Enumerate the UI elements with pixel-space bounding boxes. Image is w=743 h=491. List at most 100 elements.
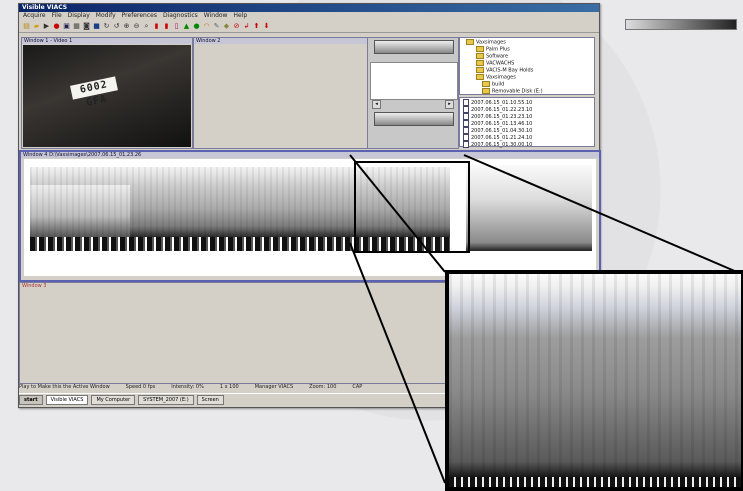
menu-item[interactable]: Display <box>68 12 90 20</box>
menu-bar: Acquire File Display Modify Preferences Diagn… <box>19 12 599 20</box>
menu-item[interactable]: Acquire <box>23 12 46 20</box>
menu-item[interactable]: Modify <box>96 12 116 20</box>
toolbar: ▤ ▰ ▶ ● ▣ ▦ ◙ ■ ↻ ↺ ⊕ ⊖ ⌕ ▮ ▮ ▯ ▲ ● ◠ ✎ … <box>19 20 599 33</box>
status-item: Zoom: 100 <box>309 384 337 390</box>
tree-folder-label: Software <box>486 53 509 60</box>
arrow-down-icon[interactable]: ⬇ <box>262 22 271 31</box>
thumbnail-scroll-left[interactable]: ◂ <box>372 100 381 109</box>
taskbar-item-system-drive[interactable]: SYSTEM_2007 (E:) <box>138 394 194 405</box>
status-item: 1 x 100 <box>219 384 239 390</box>
file-icon <box>463 106 469 113</box>
triangle-icon[interactable]: ▲ <box>182 22 191 31</box>
circle-icon[interactable]: ● <box>192 22 201 31</box>
folder-icon <box>482 88 490 94</box>
tree-folder-item[interactable]: Palm Plus <box>466 46 594 53</box>
folder-icon[interactable]: ▰ <box>32 22 41 31</box>
file-list-item[interactable]: 2007.06.15_01.13.46.10 <box>463 120 594 127</box>
no-icon[interactable]: ⊘ <box>232 22 241 31</box>
taskbar-item-viacs[interactable]: Visible VIACS <box>45 394 89 405</box>
menu-item[interactable]: Diagnostics <box>163 12 198 20</box>
folder-icon <box>476 53 484 59</box>
tree-folder-item[interactable]: build <box>466 81 594 88</box>
file-list[interactable]: 2007.06.15_01.10.55.10 2007.06.15_01.22.2… <box>459 97 595 148</box>
tree-folder-item[interactable]: VACWACHS <box>466 60 594 67</box>
taskbar-item-my-computer[interactable]: My Computer <box>91 394 136 405</box>
status-item: Intensity: 0% <box>171 384 204 390</box>
video-frame: 6002 GFA <box>23 45 191 147</box>
file-icon <box>463 99 469 106</box>
tree-folder-item[interactable]: VACIS-M Bay Holds <box>466 67 594 74</box>
book-icon[interactable]: ▯ <box>172 22 181 31</box>
menu-item[interactable]: File <box>52 12 62 20</box>
histogram2-icon[interactable]: ▮ <box>162 22 171 31</box>
zoomed-texture <box>449 274 741 487</box>
stamp-icon[interactable]: ◆ <box>222 22 231 31</box>
camera-icon[interactable]: ◙ <box>82 22 91 31</box>
taskbar-item-screen[interactable]: Screen <box>196 394 224 405</box>
file-icon <box>463 134 469 141</box>
tree-folder-label: Removable Disk (E:) <box>492 88 543 95</box>
folder-icon <box>476 67 484 73</box>
folder-tree[interactable]: Vaxsimages Palm Plus Software VACWACHS VACIS… <box>459 37 595 95</box>
zoom-in-icon[interactable]: ⊕ <box>122 22 131 31</box>
arc-icon[interactable]: ◠ <box>202 22 211 31</box>
thumbnail-blank <box>370 62 458 100</box>
thumbnail-scroll-right[interactable]: ▸ <box>445 100 454 109</box>
pencil-icon[interactable]: ✎ <box>212 22 221 31</box>
zoom-icon[interactable]: ⌕ <box>142 22 151 31</box>
tree-folder-item[interactable]: Vaxsimages <box>466 39 594 46</box>
file-icon <box>463 127 469 134</box>
window-2-title: Window 2 <box>194 38 367 44</box>
zoom-region-box[interactable] <box>354 161 470 253</box>
zoom-out-icon[interactable]: ⊖ <box>132 22 141 31</box>
scan-window-title: Window 4 D:\Vaxsimages\2007.06.15_01.23.… <box>21 152 599 158</box>
status-item: Speed 0 fps <box>125 384 156 390</box>
undo-icon[interactable]: ↺ <box>112 22 121 31</box>
app-title-bar: Visible VIACS <box>19 4 599 12</box>
monitor-icon[interactable]: ■ <box>92 22 101 31</box>
file-list-item[interactable]: 2007.06.15_01.23.23.10 <box>463 113 594 120</box>
print-icon[interactable]: ▦ <box>72 22 81 31</box>
file-list-item[interactable]: 2007.06.15_01.21.24.10 <box>463 134 594 141</box>
menu-item[interactable]: Preferences <box>122 12 157 20</box>
file-list-item[interactable]: 2007.06.15_01.10.55.10 <box>463 99 594 106</box>
file-list-item[interactable]: 2007.06.15_01.30.00.10 <box>463 141 594 148</box>
xray-scan-image[interactable] <box>24 159 596 276</box>
truck-cab-scan <box>466 165 592 251</box>
play-icon[interactable]: ▶ <box>42 22 51 31</box>
folder-icon <box>476 46 484 52</box>
grayscale-bar[interactable] <box>625 19 737 30</box>
folder-icon <box>476 60 484 66</box>
folder-icon <box>466 39 474 45</box>
file-list-item[interactable]: 2007.06.15_01.22.23.10 <box>463 106 594 113</box>
tree-folder-item[interactable]: Software <box>466 53 594 60</box>
file-icon <box>463 120 469 127</box>
thumbnail-panel[interactable]: ◂ ▸ <box>367 37 459 149</box>
file-icon <box>463 113 469 120</box>
menu-item[interactable]: Window <box>204 12 228 20</box>
status-item: Manager VIACS <box>254 384 294 390</box>
arrow-up-icon[interactable]: ⬆ <box>252 22 261 31</box>
zoomed-inset <box>445 270 743 491</box>
scan-window: Window 4 D:\Vaxsimages\2007.06.15_01.23.… <box>19 150 601 282</box>
file-list-item[interactable]: 2007.06.15_01.04.30.10 <box>463 127 594 134</box>
histogram-icon[interactable]: ▮ <box>152 22 161 31</box>
video-window: Window 1 - Video 1 6002 GFA <box>21 37 193 149</box>
tree-folder-item[interactable]: Vaxsimages <box>466 74 594 81</box>
rotate-icon[interactable]: ↻ <box>102 22 111 31</box>
license-plate: 6002 GFA <box>70 76 118 109</box>
window-2: Window 2 <box>193 37 368 149</box>
open-icon[interactable]: ▤ <box>22 22 31 31</box>
menu-item[interactable]: Help <box>233 12 247 20</box>
thumbnail-bottom[interactable] <box>374 112 454 126</box>
arrow-left-icon[interactable]: ↲ <box>242 22 251 31</box>
tree-folder-label: VACWACHS <box>486 60 515 67</box>
record-icon[interactable]: ● <box>52 22 61 31</box>
start-button[interactable]: start <box>19 394 43 405</box>
tree-folder-item[interactable]: Removable Disk (E:) <box>466 88 594 95</box>
zoomed-chassis <box>449 477 741 487</box>
thumbnail-top[interactable] <box>374 40 454 54</box>
folder-icon <box>476 74 484 80</box>
save-icon[interactable]: ▣ <box>62 22 71 31</box>
file-icon <box>463 141 469 148</box>
